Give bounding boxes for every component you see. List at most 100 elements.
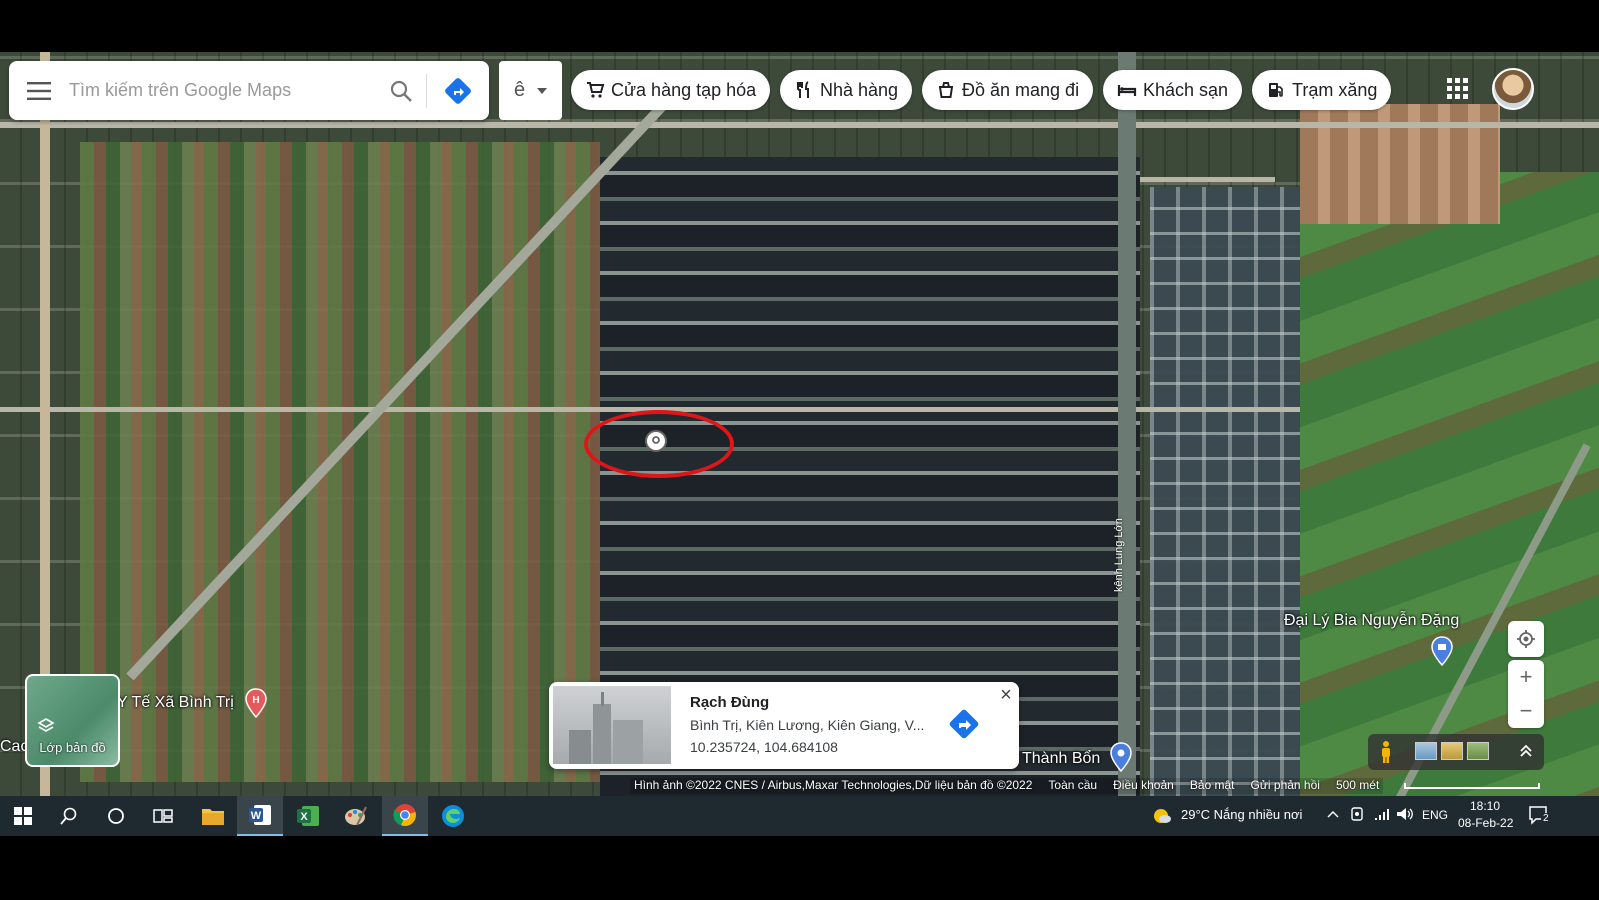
chip-hotels[interactable]: Khách sạn	[1103, 70, 1243, 110]
road-horizontal	[0, 122, 1599, 128]
expand-up-icon[interactable]	[1518, 742, 1534, 758]
canal-lung-lon	[1118, 52, 1136, 812]
place-title: Rạch Đùng	[690, 694, 770, 711]
chip-label: Cửa hàng tạp hóa	[611, 79, 757, 100]
chip-label: Khách sạn	[1143, 79, 1229, 100]
weather-sun-icon[interactable]	[1152, 806, 1172, 826]
imagery-thumb-3[interactable]	[1467, 742, 1489, 760]
screen: kênh Lung Lớn Đại Lý Bia Nguyễn Đặng Y T…	[0, 0, 1599, 900]
imagery-thumb-2[interactable]	[1441, 742, 1463, 760]
farmland-left	[80, 142, 600, 782]
chip-gas-stations[interactable]: Trạm xăng	[1252, 70, 1392, 110]
place-coordinates: 10.235724, 104.684108	[690, 739, 838, 755]
word-icon: W	[249, 805, 271, 825]
ime-label: ê	[513, 79, 526, 101]
edge-button[interactable]	[430, 796, 476, 836]
terms-link[interactable]: Điều khoản	[1113, 778, 1174, 794]
search-button[interactable]	[376, 61, 426, 120]
directions-icon	[445, 77, 471, 104]
weather-text[interactable]: 29°C Nắng nhiều nơi	[1181, 807, 1302, 822]
location-pin-icon[interactable]	[645, 430, 667, 452]
file-explorer-button[interactable]	[190, 796, 236, 836]
zoom-in-button[interactable]: +	[1508, 660, 1544, 694]
imagery-thumb-1[interactable]	[1415, 742, 1437, 760]
feedback-link[interactable]: Gửi phản hồi	[1251, 778, 1320, 794]
clock-date[interactable]: 08-Feb-22	[1458, 816, 1513, 830]
place-label-thanh-bon[interactable]: Thành Bổn	[1022, 750, 1100, 768]
cortana-button[interactable]	[93, 796, 139, 836]
chrome-button[interactable]	[382, 796, 428, 836]
chip-label: Trạm xăng	[1292, 79, 1378, 100]
layers-label: Lớp bản đồ	[39, 740, 106, 755]
scale-label[interactable]: 500 mét	[1336, 778, 1379, 794]
edge-icon	[442, 805, 464, 827]
place-info-card[interactable]: Rạch Đùng Bình Trị, Kiên Lương, Kiên Gia…	[549, 682, 1019, 769]
folder-icon	[202, 809, 224, 825]
imagery-credit: Hình ảnh ©2022 CNES / Airbus,Maxar Techn…	[634, 778, 1033, 792]
wifi-icon[interactable]	[1374, 807, 1390, 821]
chevron-up-icon[interactable]	[1327, 810, 1339, 818]
paint-button[interactable]	[333, 796, 379, 836]
chip-takeout[interactable]: Đồ ăn mang đi	[922, 70, 1094, 110]
meet-now-icon[interactable]	[1350, 806, 1364, 822]
farmland-right	[1300, 172, 1599, 812]
menu-button[interactable]	[9, 61, 69, 120]
place-label-beer-agent[interactable]: Đại Lý Bia Nguyễn Đặng	[1284, 612, 1459, 630]
privacy-link[interactable]: Bảo mật	[1190, 778, 1235, 794]
windows-logo-icon	[14, 807, 32, 825]
building-shape	[593, 704, 611, 764]
attribution-bar: Hình ảnh ©2022 CNES / Airbus,Maxar Techn…	[630, 778, 1384, 794]
search-icon	[390, 80, 412, 102]
shopping-marker-icon[interactable]	[1431, 636, 1453, 666]
cart-icon	[587, 82, 605, 98]
close-icon[interactable]: ×	[996, 685, 1016, 705]
input-method-selector[interactable]: ê	[499, 61, 562, 120]
chrome-icon	[393, 804, 416, 827]
pegman-icon[interactable]	[1378, 740, 1394, 764]
cortana-circle-icon	[108, 808, 124, 824]
word-button[interactable]: W	[237, 796, 283, 836]
road-pond-top	[1140, 177, 1275, 182]
caret-down-icon	[537, 87, 548, 94]
excel-icon: X	[297, 806, 319, 826]
volume-icon[interactable]	[1396, 806, 1414, 822]
search-input[interactable]	[69, 80, 376, 101]
apps-grid-icon[interactable]	[1445, 76, 1471, 102]
chip-restaurants[interactable]: Nhà hàng	[780, 70, 913, 110]
fork-knife-icon	[797, 81, 809, 98]
takeout-icon	[938, 82, 954, 98]
zoom-out-button[interactable]: −	[1508, 694, 1544, 728]
hospital-marker-icon[interactable]: H	[245, 688, 267, 718]
canal-label: kênh Lung Lớn	[1113, 518, 1125, 592]
place-marker-icon[interactable]	[1110, 742, 1132, 772]
directions-button[interactable]	[427, 61, 489, 120]
my-location-button[interactable]	[1508, 621, 1544, 657]
bed-icon	[1117, 85, 1137, 96]
zoom-controls: + −	[1508, 660, 1544, 728]
clock-time[interactable]: 18:10	[1470, 799, 1500, 813]
layers-icon	[37, 718, 55, 732]
scale-bar	[1404, 783, 1540, 789]
taskbar-search-button[interactable]	[46, 796, 92, 836]
pond-grid-lines	[1150, 187, 1300, 807]
start-button[interactable]	[0, 796, 46, 836]
chip-label: Đồ ăn mang đi	[962, 79, 1080, 100]
svg-text:W: W	[251, 810, 262, 822]
notification-count: 2	[1541, 813, 1551, 824]
task-view-button[interactable]	[140, 796, 186, 836]
gas-pump-icon	[1269, 83, 1283, 97]
chip-grocery[interactable]: Cửa hàng tạp hóa	[571, 70, 771, 110]
layers-button[interactable]: Lớp bản đồ	[25, 674, 120, 767]
hamburger-menu-icon	[27, 81, 51, 100]
account-avatar[interactable]	[1492, 68, 1534, 110]
excel-button[interactable]: X	[285, 796, 331, 836]
globe-link[interactable]: Toàn cầu	[1048, 778, 1097, 794]
directions-icon[interactable]	[946, 706, 982, 742]
place-label-health-station[interactable]: Y Tế Xã Bình Trị	[117, 694, 234, 712]
search-icon	[60, 807, 77, 825]
building-shape	[613, 720, 643, 764]
task-view-icon	[153, 809, 173, 823]
language-indicator[interactable]: ENG	[1422, 808, 1448, 822]
place-thumbnail[interactable]	[553, 686, 671, 764]
svg-text:H: H	[252, 695, 259, 706]
